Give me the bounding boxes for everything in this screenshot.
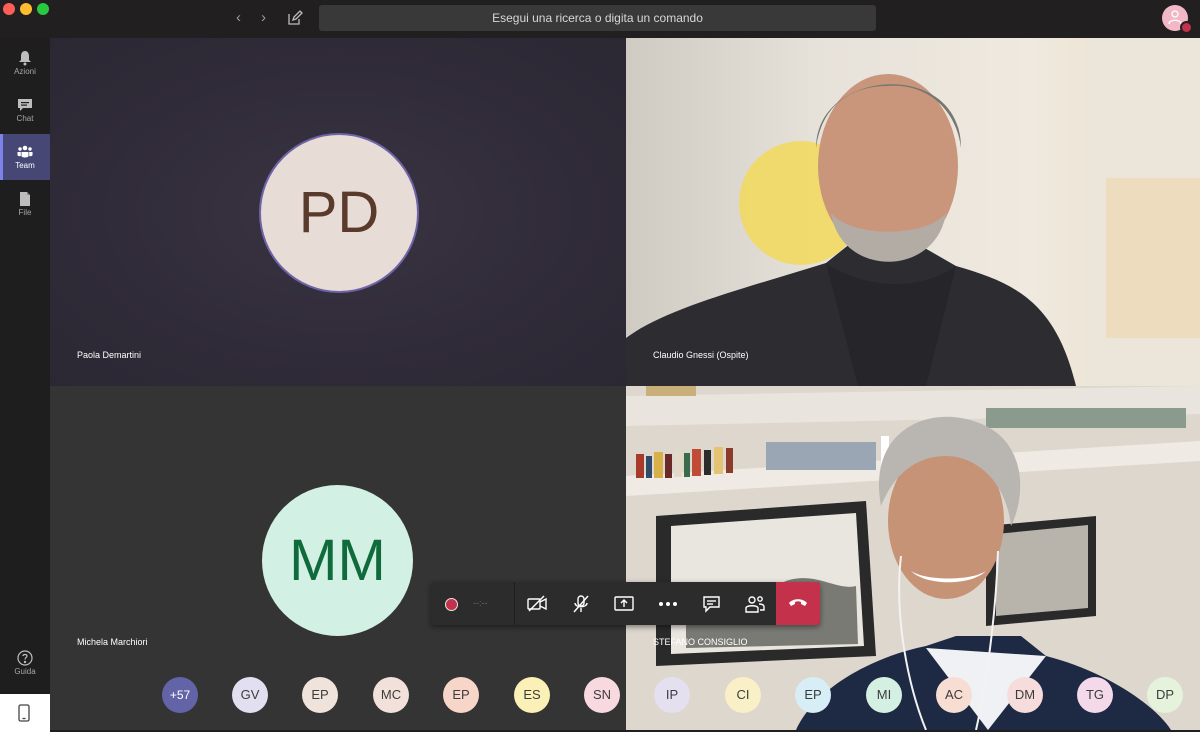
rail-item-guida[interactable]: Guida xyxy=(0,640,50,686)
more-icon xyxy=(659,602,677,606)
video-frame xyxy=(626,38,1200,386)
video-frame xyxy=(626,386,1200,730)
rail-label: File xyxy=(18,208,32,217)
video-tile[interactable]: Claudio Gnessi (Ospite) xyxy=(626,38,1200,386)
participant-avatar: MM xyxy=(262,485,413,636)
participant-chip[interactable]: MC xyxy=(373,677,409,713)
mic-toggle-button[interactable] xyxy=(560,582,600,625)
close-window-button[interactable] xyxy=(3,3,15,15)
participant-name: STEFANO CONSIGLIO xyxy=(653,637,748,647)
rail-item-azioni[interactable]: Azioni xyxy=(0,40,50,86)
hang-up-button[interactable] xyxy=(776,582,820,625)
presence-busy-badge xyxy=(1180,21,1193,34)
participants-icon xyxy=(745,596,765,613)
camera-off-icon xyxy=(527,595,547,612)
chat-icon xyxy=(18,99,32,111)
camera-toggle-button[interactable] xyxy=(516,582,556,625)
show-chat-button[interactable] xyxy=(691,582,731,625)
participant-name: Claudio Gnessi (Ospite) xyxy=(653,350,749,360)
participant-chip[interactable]: EP xyxy=(795,677,831,713)
minimize-window-button[interactable] xyxy=(20,3,32,15)
participant-name: Paola Demartini xyxy=(77,350,142,360)
participant-chip[interactable]: TG xyxy=(1077,677,1113,713)
participant-chip[interactable]: ES xyxy=(514,677,550,713)
rail-item-chat[interactable]: Chat xyxy=(0,87,50,133)
chat-icon xyxy=(703,596,720,613)
device-button[interactable] xyxy=(0,694,50,732)
rail-label: Guida xyxy=(14,667,36,676)
call-controls: --:-- xyxy=(431,582,820,625)
participant-chip[interactable]: DM xyxy=(1007,677,1043,713)
title-bar: ‹ › Esegui una ricerca o digita un coman… xyxy=(0,0,1200,38)
participant-avatar: PD xyxy=(259,133,419,293)
divider xyxy=(514,582,515,625)
participant-chip[interactable]: IP xyxy=(654,677,690,713)
phone-icon xyxy=(18,704,30,722)
more-options-button[interactable] xyxy=(647,582,687,625)
more-participants-badge[interactable]: +57 xyxy=(162,677,198,713)
participant-chip[interactable]: CI xyxy=(725,677,761,713)
share-screen-icon xyxy=(614,596,634,611)
participant-chip[interactable]: EP xyxy=(302,677,338,713)
participant-chip[interactable]: GV xyxy=(232,677,268,713)
maximize-window-button[interactable] xyxy=(37,3,49,15)
video-tile[interactable]: STEFANO CONSIGLIO xyxy=(626,386,1200,730)
record-icon xyxy=(445,598,458,611)
rail-item-file[interactable]: File xyxy=(0,181,50,227)
rail-label: Team xyxy=(15,161,35,170)
forward-button[interactable]: › xyxy=(261,10,266,26)
participant-chip[interactable]: DP xyxy=(1147,677,1183,713)
file-icon xyxy=(20,192,30,206)
participant-chip[interactable]: SN xyxy=(584,677,620,713)
participant-chip[interactable]: MI xyxy=(866,677,902,713)
call-timer: --:-- xyxy=(473,598,488,608)
participant-name: Michela Marchiori xyxy=(77,637,148,647)
participant-chip[interactable]: EP xyxy=(443,677,479,713)
app-bar: Azioni Chat Team File Guida xyxy=(0,38,50,732)
team-icon xyxy=(17,145,33,158)
share-screen-button[interactable] xyxy=(603,582,643,625)
mic-off-icon xyxy=(573,595,589,613)
recording-indicator: --:-- xyxy=(431,582,514,625)
rail-label: Azioni xyxy=(14,67,36,76)
hang-up-icon xyxy=(789,599,807,606)
rail-item-team[interactable]: Team xyxy=(0,134,50,180)
rail-label: Chat xyxy=(16,114,34,123)
show-participants-button[interactable] xyxy=(734,582,774,625)
new-chat-icon[interactable] xyxy=(287,10,303,26)
back-button[interactable]: ‹ xyxy=(236,10,241,26)
bell-icon xyxy=(19,51,31,66)
help-icon xyxy=(17,650,33,666)
search-input[interactable]: Esegui una ricerca o digita un comando xyxy=(319,5,876,31)
video-tile[interactable]: PD Paola Demartini xyxy=(50,38,626,386)
participant-chip[interactable]: AC xyxy=(936,677,972,713)
